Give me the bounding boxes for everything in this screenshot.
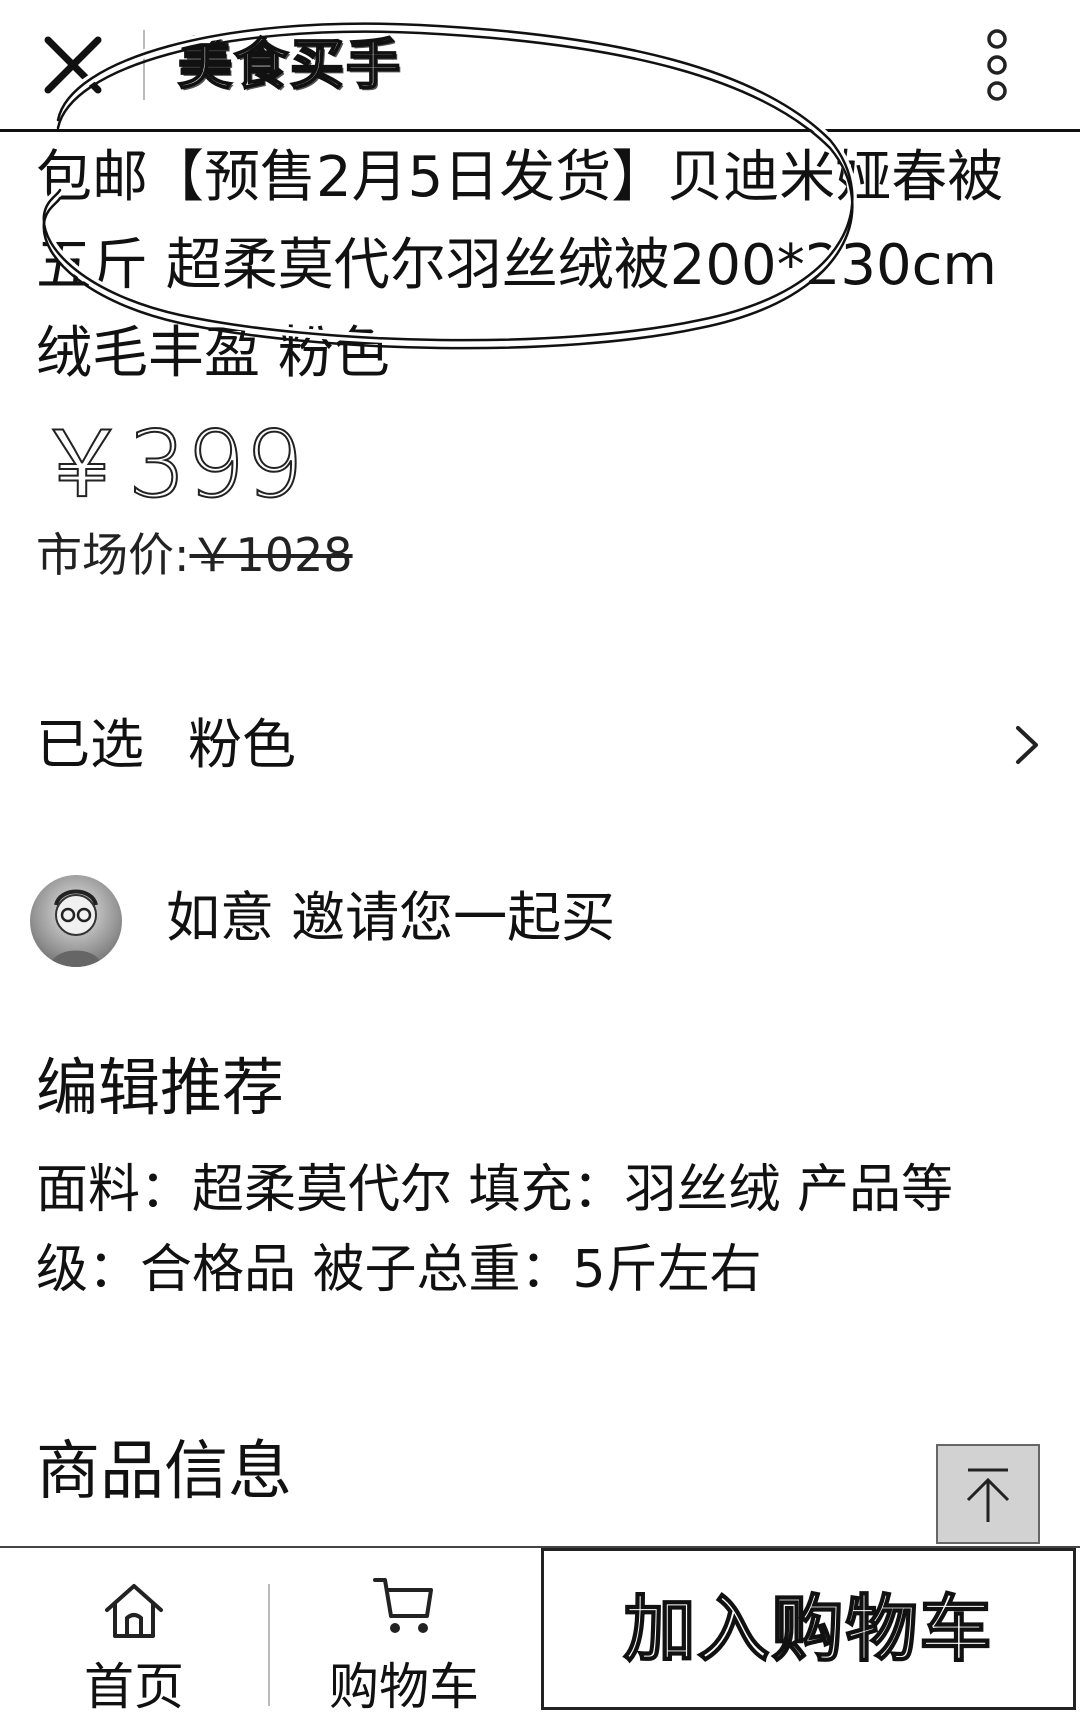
- close-button[interactable]: [38, 30, 108, 100]
- back-to-top-button[interactable]: [936, 1444, 1040, 1544]
- market-price: 市场价:￥1028: [36, 524, 353, 586]
- nav-home-button[interactable]: 首页: [0, 1548, 268, 1734]
- selected-spec-row[interactable]: 已选 粉色: [36, 710, 1044, 780]
- add-to-cart-label: 加入购物车: [622, 1586, 994, 1672]
- add-to-cart-button[interactable]: 加入购物车: [541, 1548, 1076, 1710]
- nav-cart-label: 购物车: [329, 1658, 479, 1716]
- bottom-action-bar: 首页 购物车 加入购物车: [0, 1546, 1080, 1734]
- selected-label: 已选: [36, 713, 144, 776]
- avatar: [30, 875, 122, 967]
- recommendation-heading: 编辑推荐: [36, 1051, 285, 1124]
- selected-value: 粉色: [188, 713, 296, 776]
- top-bar: 美食买手: [0, 0, 1080, 132]
- nav-home-label: 首页: [84, 1658, 184, 1716]
- close-icon: [44, 36, 102, 94]
- product-title: 包邮【预售2月5日发货】贝迪米娅春被五斤 超柔莫代尔羽丝绒被200*230cm绒…: [36, 145, 1004, 386]
- more-button[interactable]: [982, 28, 1012, 102]
- header-divider: [143, 30, 145, 100]
- market-price-value: ￥1028: [189, 528, 353, 582]
- invite-text[interactable]: 如意 邀请您一起买: [166, 880, 615, 956]
- recommendation-body: 面料：超柔莫代尔 填充：羽丝绒 产品等级：合格品 被子总重：5斤左右: [36, 1160, 954, 1300]
- market-price-label: 市场价:: [36, 528, 190, 582]
- chevron-right-icon: [1016, 726, 1038, 764]
- product-price: ￥399: [35, 410, 305, 519]
- nav-cart-button[interactable]: 购物车: [270, 1548, 538, 1734]
- home-icon: [105, 1584, 163, 1638]
- cart-icon: [373, 1578, 433, 1633]
- arrow-up-icon: [966, 1468, 1010, 1522]
- page-title: 美食买手: [177, 32, 402, 97]
- product-info-heading: 商品信息: [36, 1435, 292, 1509]
- more-vertical-icon: [987, 29, 1007, 101]
- avatar-face-icon: [50, 889, 102, 967]
